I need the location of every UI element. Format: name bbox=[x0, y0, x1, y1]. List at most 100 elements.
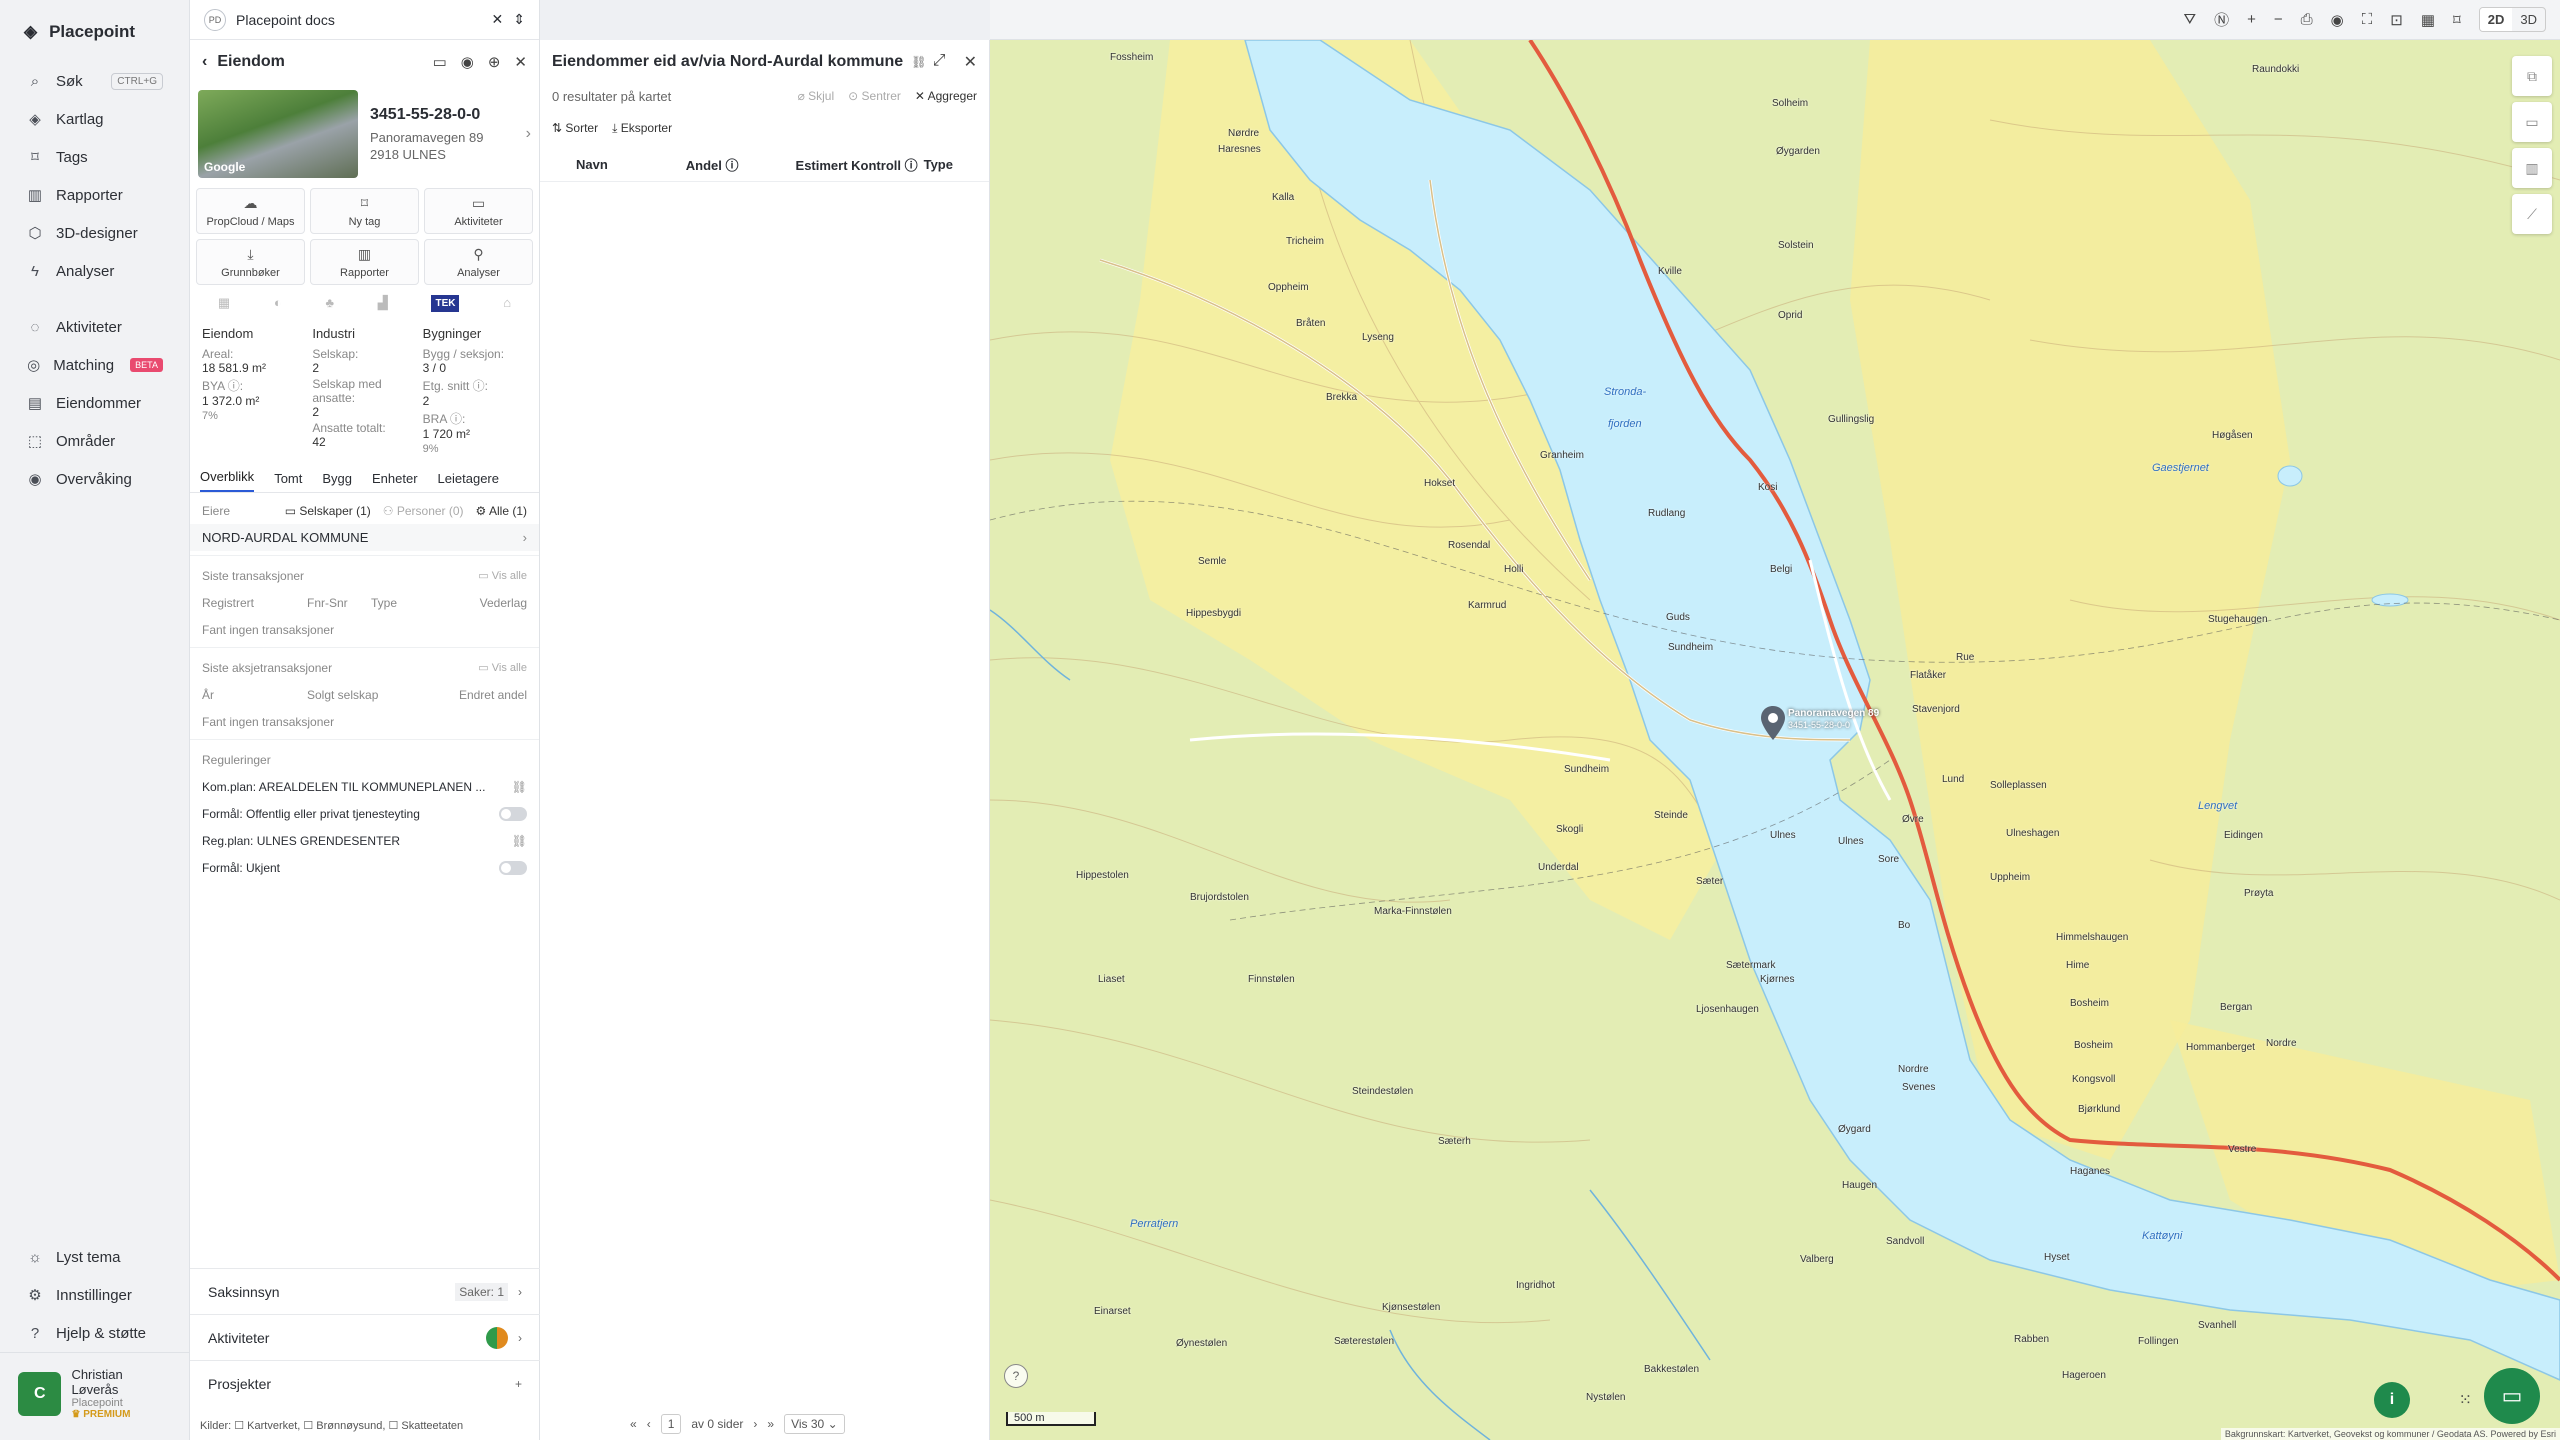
logo-3-icon[interactable]: ♣ bbox=[325, 295, 334, 312]
expand-icon[interactable]: ⤢ bbox=[933, 52, 946, 72]
nav-item-aktiviteter[interactable]: ◌ Aktiviteter bbox=[0, 308, 189, 346]
user-card[interactable]: C Christian Løverås Placepoint ♛ PREMIUM bbox=[0, 1352, 190, 1440]
filter-all[interactable]: ⚙ Alle (1) bbox=[476, 504, 527, 518]
layers-icon[interactable]: ⧉ bbox=[2512, 56, 2552, 96]
action-button[interactable]: ⌑ Ny tag bbox=[310, 188, 419, 234]
nav-item-tags[interactable]: ⌑ Tags bbox=[0, 138, 189, 176]
accordion-prosjekter[interactable]: Prosjekter + bbox=[190, 1360, 540, 1406]
tab-bygg[interactable]: Bygg bbox=[322, 471, 352, 492]
regulation-row[interactable]: Reg.plan: ULNES GRENDESENTER ⛓ bbox=[190, 827, 539, 854]
action-button[interactable]: ▥ Rapporter bbox=[310, 239, 419, 285]
action-button[interactable]: ▭ Aktiviteter bbox=[424, 188, 533, 234]
3d-button[interactable]: 3D bbox=[2512, 8, 2545, 31]
nav-item-innstillinger[interactable]: ⚙ Innstillinger bbox=[0, 1276, 190, 1314]
page-input[interactable]: 1 bbox=[660, 1414, 682, 1434]
back-icon[interactable]: ‹ bbox=[202, 53, 207, 71]
col-header[interactable]: Navn bbox=[576, 157, 686, 172]
logo-4-icon[interactable]: ▟ bbox=[378, 295, 388, 312]
tab-tomt[interactable]: Tomt bbox=[274, 471, 302, 492]
prev-page-icon[interactable]: ‹ bbox=[647, 1417, 651, 1431]
apps-grid-icon[interactable]: ⁙ bbox=[2459, 1390, 2472, 1410]
tab-overblikk[interactable]: Overblikk bbox=[200, 469, 255, 492]
regulation-row[interactable]: Formål: Offentlig eller privat tjenestey… bbox=[190, 800, 539, 827]
action-button[interactable]: ☁ PropCloud / Maps bbox=[196, 188, 305, 234]
link-icon[interactable]: ⛓ bbox=[911, 55, 926, 69]
close-icon[interactable]: ✕ bbox=[964, 52, 977, 72]
col-header[interactable]: Estimert Kontroll ⓘ bbox=[796, 155, 924, 174]
grid-icon[interactable]: ▦ bbox=[2421, 11, 2435, 29]
compass-icon[interactable]: Ⓝ bbox=[2214, 9, 2229, 30]
nav-item-overvåking[interactable]: ◉ Overvåking bbox=[0, 460, 189, 498]
tab-enheter[interactable]: Enheter bbox=[372, 471, 418, 492]
nav-item-søk[interactable]: ⌕ Søk CTRL+G bbox=[0, 62, 189, 100]
page-size-select[interactable]: Vis 30 ⌄ bbox=[784, 1414, 845, 1434]
eye-icon[interactable]: ◉ bbox=[2331, 11, 2344, 29]
view-all-button[interactable]: ▭ Vis alle bbox=[478, 661, 527, 674]
sort-button[interactable]: ⇅ Sorter bbox=[552, 121, 598, 135]
view-all-button[interactable]: ▭ Vis alle bbox=[478, 569, 527, 582]
eye-icon[interactable]: ◉ bbox=[461, 53, 474, 71]
nav-item-kartlag[interactable]: ◈ Kartlag bbox=[0, 100, 189, 138]
chevron-right-icon[interactable]: › bbox=[526, 125, 531, 143]
zoom-out-icon[interactable]: − bbox=[2274, 11, 2283, 28]
tab-leietagere[interactable]: Leietagere bbox=[438, 471, 499, 492]
col-header[interactable]: Andel ⓘ bbox=[686, 155, 796, 174]
nav-item-matching[interactable]: ◎ Matching BETA bbox=[0, 346, 189, 384]
property-summary[interactable]: Google 3451-55-28-0-0 Panoramavegen 89 2… bbox=[190, 84, 539, 188]
action-button[interactable]: ⚲ Analyser bbox=[424, 239, 533, 285]
brand[interactable]: ◈ Placepoint bbox=[0, 0, 189, 62]
print-icon[interactable]: ⎙ bbox=[2301, 11, 2313, 28]
accordion-saksinnsyn[interactable]: Saksinnsyn Saker: 1 › bbox=[190, 1268, 540, 1314]
regulation-row[interactable]: Formål: Ukjent bbox=[190, 854, 539, 881]
first-page-icon[interactable]: « bbox=[630, 1417, 637, 1431]
bookmark-icon[interactable]: ⌑ bbox=[2453, 11, 2461, 29]
workspace-bar[interactable]: PD Placepoint docs ✕ ⇕ bbox=[190, 0, 539, 40]
last-page-icon[interactable]: » bbox=[767, 1417, 774, 1431]
plus-icon[interactable]: + bbox=[515, 1377, 522, 1391]
help-icon[interactable]: ? bbox=[1004, 1364, 1028, 1388]
street-view-photo[interactable]: Google bbox=[198, 90, 358, 178]
action-button[interactable]: ⤓ Grunnbøker bbox=[196, 239, 305, 285]
property-marker[interactable]: Panoramavegen 89 3451-55-28-0-0 bbox=[1760, 706, 1879, 740]
link-icon[interactable]: ⛓ bbox=[512, 780, 527, 794]
tek-logo[interactable]: TEK bbox=[431, 295, 460, 312]
nav-item-lyst-tema[interactable]: ☼ Lyst tema bbox=[0, 1238, 190, 1276]
chat-icon[interactable]: ▭ bbox=[2484, 1368, 2540, 1424]
camera-icon[interactable]: ⊡ bbox=[2390, 11, 2403, 29]
toggle[interactable] bbox=[499, 806, 527, 821]
close-icon[interactable]: ✕ bbox=[492, 11, 504, 28]
logo-1-icon[interactable]: ▦ bbox=[218, 295, 230, 312]
hide-button[interactable]: ⌀ Skjul bbox=[798, 89, 835, 103]
chart-icon[interactable]: ▥ bbox=[2512, 148, 2552, 188]
close-icon[interactable]: ✕ bbox=[514, 53, 527, 71]
export-button[interactable]: ⤓ Eksporter bbox=[612, 121, 672, 136]
center-button[interactable]: ⊙ Sentrer bbox=[848, 89, 901, 103]
next-page-icon[interactable]: › bbox=[753, 1417, 757, 1431]
2d-button[interactable]: 2D bbox=[2479, 8, 2513, 31]
map-canvas[interactable]: Fossheim Nørdre Haresnes Kalla Tricheim Opphe… bbox=[990, 40, 2560, 1440]
nav-item-eiendommer[interactable]: ▤ Eiendommer bbox=[0, 384, 189, 422]
link-icon[interactable]: ⛓ bbox=[512, 834, 527, 848]
zoom-in-icon[interactable]: + bbox=[2247, 11, 2256, 28]
accordion-aktiviteter[interactable]: Aktiviteter › bbox=[190, 1314, 540, 1360]
chevron-updown-icon[interactable]: ⇕ bbox=[513, 11, 525, 28]
filter-companies[interactable]: ▭ Selskaper (1) bbox=[285, 504, 371, 518]
owner-row[interactable]: NORD-AURDAL KOMMUNE › bbox=[190, 524, 539, 551]
logo-2-icon[interactable]: ◐ bbox=[274, 295, 282, 312]
add-icon[interactable]: ⊕ bbox=[488, 53, 501, 71]
logo-6-icon[interactable]: ⌂ bbox=[503, 295, 511, 312]
badge-icon[interactable]: ▭ bbox=[433, 53, 447, 71]
col-header[interactable]: Type bbox=[924, 157, 953, 172]
toggle[interactable] bbox=[499, 860, 527, 875]
aggregate-button[interactable]: ✕ Aggreger bbox=[915, 89, 977, 103]
info-icon[interactable]: i bbox=[2374, 1382, 2410, 1418]
profile-icon[interactable]: ⟋ bbox=[2512, 194, 2552, 234]
nav-item-områder[interactable]: ⬚ Områder bbox=[0, 422, 189, 460]
ruler-icon[interactable]: ▭ bbox=[2512, 102, 2552, 142]
regulation-row[interactable]: Kom.plan: AREALDELEN TIL KOMMUNEPLANEN .… bbox=[190, 773, 539, 800]
nav-item-hjelp-støtte[interactable]: ? Hjelp & støtte bbox=[0, 1314, 190, 1352]
draw-icon[interactable]: ⛛ bbox=[2184, 11, 2197, 28]
nav-item-3d-designer[interactable]: ⬡ 3D-designer bbox=[0, 214, 189, 252]
fullscreen-icon[interactable]: ⛶ bbox=[2362, 11, 2373, 28]
nav-item-rapporter[interactable]: ▥ Rapporter bbox=[0, 176, 189, 214]
